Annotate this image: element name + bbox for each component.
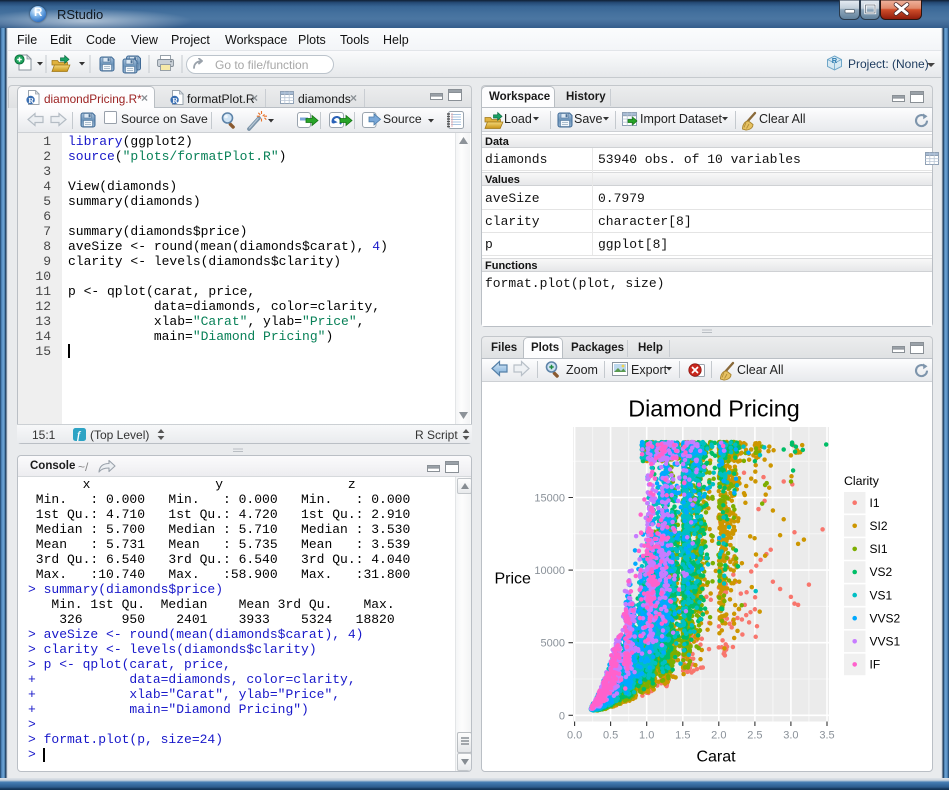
svg-text:IF: IF xyxy=(870,658,881,672)
svg-text:10000: 10000 xyxy=(534,565,565,577)
svg-text:VVS1: VVS1 xyxy=(870,635,901,649)
svg-text:15000: 15000 xyxy=(534,493,565,505)
svg-text:Carat: Carat xyxy=(696,749,736,766)
svg-text:0.0: 0.0 xyxy=(567,730,582,742)
svg-text:R: R xyxy=(172,96,178,105)
svg-text:1.0: 1.0 xyxy=(639,730,654,742)
svg-text:VS1: VS1 xyxy=(870,588,893,602)
svg-text:Clarity: Clarity xyxy=(844,474,880,488)
svg-text:R: R xyxy=(28,96,34,105)
svg-text:VVS2: VVS2 xyxy=(870,611,901,625)
svg-text:I1: I1 xyxy=(870,496,880,510)
svg-text:0: 0 xyxy=(559,710,565,722)
svg-text:Price: Price xyxy=(495,571,532,588)
svg-text:SI2: SI2 xyxy=(870,519,888,533)
svg-text:SI1: SI1 xyxy=(870,542,888,556)
svg-text:2.0: 2.0 xyxy=(711,730,726,742)
svg-text:1.5: 1.5 xyxy=(675,730,690,742)
svg-text:Diamond Pricing: Diamond Pricing xyxy=(628,395,800,421)
svg-text:3.0: 3.0 xyxy=(783,730,798,742)
svg-text:3.5: 3.5 xyxy=(819,730,834,742)
svg-text:0.5: 0.5 xyxy=(603,730,618,742)
svg-text:5000: 5000 xyxy=(541,638,565,650)
svg-text:VS2: VS2 xyxy=(870,565,893,579)
svg-text:2.5: 2.5 xyxy=(747,730,762,742)
svg-text:R: R xyxy=(832,56,838,65)
